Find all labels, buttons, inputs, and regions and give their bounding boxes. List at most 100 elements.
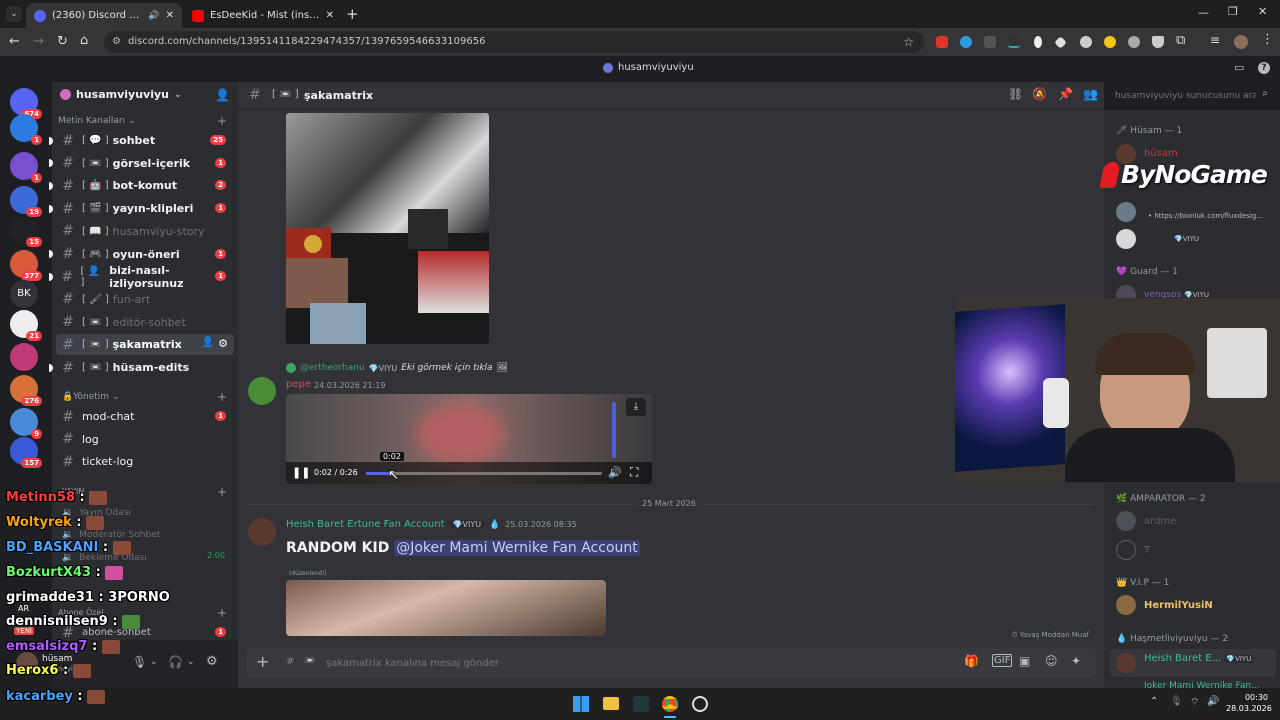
tab-discord[interactable]: (2360) Discord | #[ 📼 ]şaka 🔊 ✕ xyxy=(26,3,182,28)
channel-mod-chat[interactable]: # mod-chat 1 xyxy=(56,406,234,427)
extension-icon[interactable] xyxy=(1034,36,1042,48)
site-info-icon[interactable]: ⚙ xyxy=(112,31,121,53)
volume-icon[interactable]: 🔊 xyxy=(1207,696,1219,707)
address-bar[interactable]: ⚙ discord.com/channels/13951411842294743… xyxy=(104,31,924,53)
extension-icon[interactable] xyxy=(960,36,972,48)
chrome-icon[interactable] xyxy=(662,696,678,712)
microphone-icon[interactable]: 🎙 xyxy=(132,655,147,669)
close-tab-icon[interactable]: ✕ xyxy=(166,10,174,21)
tab-youtube[interactable]: EsDeeKid - Mist (instrumental ✕ xyxy=(184,3,342,28)
message-avatar[interactable] xyxy=(248,518,276,546)
member-avatar[interactable] xyxy=(1116,595,1136,615)
category-admin[interactable]: 🔒Yönetim ⌄ xyxy=(62,392,119,402)
video-player[interactable]: ⤓ ❚❚ 0:02 / 0:26 0:02 🔊 ⛶ xyxy=(286,394,652,484)
media-control-icon[interactable]: ≡ xyxy=(1210,33,1220,47)
server-icon[interactable]: 15 xyxy=(10,216,42,247)
channel-bot-komut[interactable]: # [ 🤖 ] bot-komut 2 xyxy=(49,175,234,196)
headphones-icon[interactable]: 🎧 xyxy=(168,655,183,669)
server-icon[interactable]: 21 xyxy=(10,310,42,341)
chevron-down-icon[interactable]: ⌄ xyxy=(187,657,195,667)
clock-date[interactable]: 28.03.2026 xyxy=(1226,704,1272,713)
member-name[interactable]: HermilYusiN xyxy=(1144,600,1213,611)
member-avatar[interactable] xyxy=(1116,202,1136,222)
reload-icon[interactable]: ↻ xyxy=(57,34,68,49)
member-list-icon[interactable]: 👥 xyxy=(1083,87,1098,101)
add-channel-icon[interactable]: + xyxy=(217,606,227,620)
minimize-icon[interactable]: — xyxy=(1198,6,1209,19)
shield-icon[interactable] xyxy=(1152,36,1164,48)
mute-bell-icon[interactable]: 🔕 xyxy=(1032,87,1047,101)
obs-icon[interactable] xyxy=(692,696,708,712)
member-name[interactable]: hüsam xyxy=(1144,148,1178,159)
gif-icon[interactable]: GIF xyxy=(992,654,1013,667)
extension-icon[interactable] xyxy=(1104,36,1116,48)
server-header[interactable]: husamviyuviyu ⌄ xyxy=(60,88,182,101)
channel-sohbet[interactable]: # [ 💬 ] sohbet 25 xyxy=(49,130,234,151)
message-composer[interactable]: + # 📼 🎁 GIF ▣ ☺ ✦ xyxy=(246,648,1096,678)
browser-menu-icon[interactable]: ⋮ xyxy=(1261,32,1274,47)
clock-time[interactable]: 00:30 xyxy=(1232,693,1268,702)
message-author[interactable]: Heish Baret Ertune Fan Account xyxy=(286,519,445,530)
volume-icon[interactable]: 🔊 xyxy=(608,466,622,479)
forward-icon[interactable]: → xyxy=(33,34,44,49)
message-avatar[interactable] xyxy=(248,377,276,405)
server-icon[interactable]: 1 xyxy=(10,114,42,145)
channel-yayın-klipleri[interactable]: # [ 🎬 ] yayın-klipleri 1 xyxy=(49,198,234,219)
channel-görsel-içerik[interactable]: # [ 📼 ] görsel-içerik 1 xyxy=(49,153,234,174)
channel-oyun-öneri[interactable]: # [ 🎮 ] oyun-öneri 1 xyxy=(49,244,234,265)
tab-search-button[interactable]: ⌄ xyxy=(6,6,22,22)
home-icon[interactable]: ⌂ xyxy=(80,33,88,48)
server-icon[interactable]: BK xyxy=(10,280,38,308)
pause-icon[interactable]: ❚❚ xyxy=(292,466,310,479)
extension-icon[interactable] xyxy=(984,36,996,48)
message-input[interactable] xyxy=(326,653,886,673)
member-avatar[interactable] xyxy=(1116,511,1136,531)
windows-start-icon[interactable] xyxy=(573,696,589,712)
channel-fun-art[interactable]: # [ 🖌 ] fun-art xyxy=(56,289,234,310)
member-name[interactable]: Heish Baret E... 💎VIYU xyxy=(1144,653,1254,664)
settings-gear-icon[interactable]: ⚙ xyxy=(218,337,228,350)
chevron-up-icon[interactable]: ⌃ xyxy=(1150,696,1158,707)
image-attachment[interactable] xyxy=(286,113,489,344)
help-icon[interactable]: ? xyxy=(1258,62,1270,74)
gift-icon[interactable]: 🎁 xyxy=(964,654,979,668)
add-attachment-icon[interactable]: + xyxy=(256,652,269,671)
server-icon[interactable]: 19 xyxy=(10,186,42,217)
add-channel-icon[interactable]: + xyxy=(217,114,227,128)
settings-gear-icon[interactable]: ⚙ xyxy=(206,654,218,669)
channel-şakamatrix[interactable]: # [ 📼 ] şakamatrix 👤 ⚙ xyxy=(56,334,234,356)
server-icon[interactable] xyxy=(10,343,38,371)
extensions-puzzle-icon[interactable]: ⧉ xyxy=(1176,33,1185,48)
category-text[interactable]: Metin Kanalları ⌄ xyxy=(58,116,136,126)
message-author[interactable]: pepe xyxy=(286,379,311,390)
bookmark-star-icon[interactable]: ☆ xyxy=(903,31,914,53)
chevron-down-icon[interactable]: ⌄ xyxy=(150,657,158,667)
pin-icon[interactable]: 📌 xyxy=(1058,87,1073,101)
inbox-icon[interactable]: ▭ xyxy=(1234,61,1244,74)
threads-icon[interactable]: ⛓ xyxy=(1008,87,1023,101)
extension-icon[interactable] xyxy=(1128,36,1140,48)
wifi-icon[interactable]: ⌔ xyxy=(1190,696,1199,709)
channel-editör-sohbet[interactable]: # [ 📼 ] editör-sohbet xyxy=(56,312,234,333)
fullscreen-icon[interactable]: ⛶ xyxy=(630,465,638,480)
server-icon[interactable]: 1 xyxy=(10,152,42,183)
member-name[interactable]: ardme xyxy=(1144,516,1176,527)
apps-icon[interactable]: ✦ xyxy=(1071,654,1081,668)
server-icon[interactable]: 276 xyxy=(10,375,42,406)
server-icon[interactable]: 674 xyxy=(10,88,42,119)
volume-slider[interactable] xyxy=(612,402,616,458)
sticker-icon[interactable]: ▣ xyxy=(1019,654,1030,668)
user-mention[interactable]: @Joker Mami Wernike Fan Account xyxy=(394,540,640,556)
add-member-icon[interactable]: 👤 xyxy=(202,337,214,348)
close-tab-icon[interactable]: ✕ xyxy=(326,10,334,21)
member-avatar[interactable] xyxy=(1116,653,1136,673)
member-avatar[interactable] xyxy=(1116,229,1136,249)
search-box[interactable]: ⌕ xyxy=(1110,87,1272,105)
search-input[interactable] xyxy=(1110,87,1256,105)
download-icon[interactable]: ⤓ xyxy=(626,398,646,416)
member-name[interactable]: T xyxy=(1144,545,1150,556)
extension-icon[interactable] xyxy=(1008,36,1020,48)
server-icon[interactable]: 9 xyxy=(10,408,42,439)
server-icon[interactable]: 157 xyxy=(10,437,42,468)
back-icon[interactable]: ← xyxy=(9,34,20,49)
